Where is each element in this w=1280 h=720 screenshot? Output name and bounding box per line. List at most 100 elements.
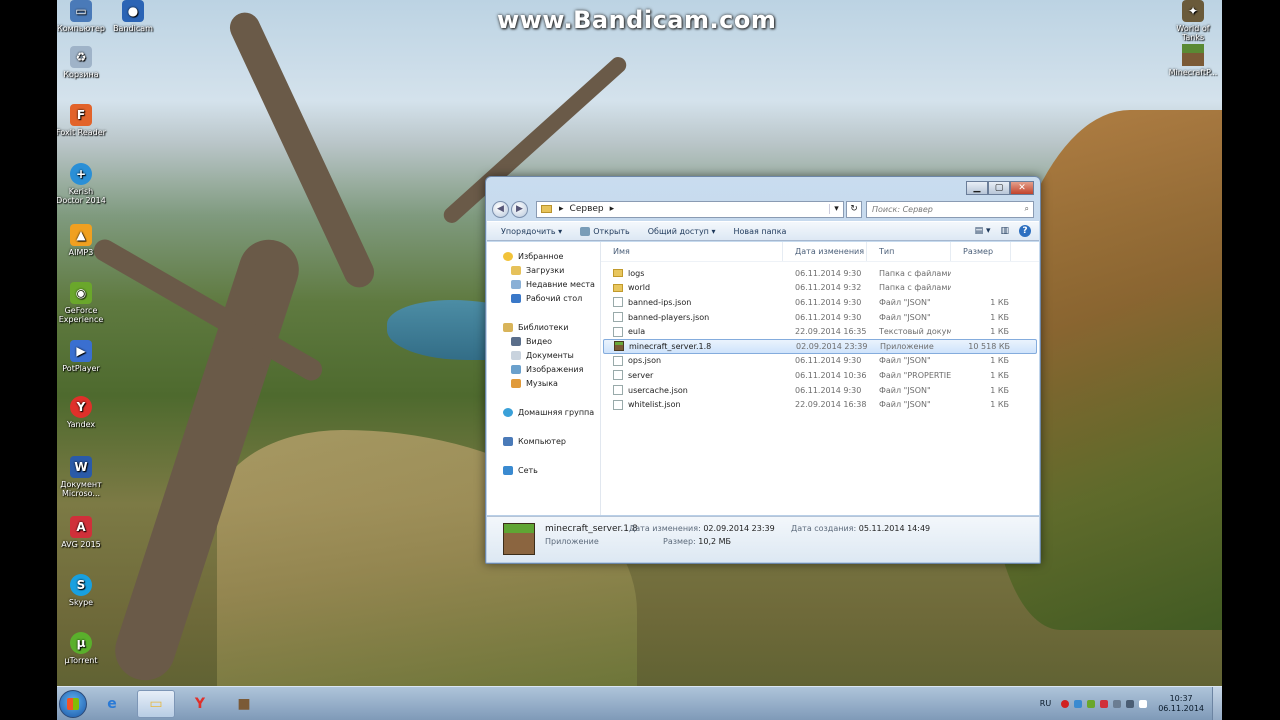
nav-favorites[interactable]: Избранное: [487, 249, 600, 264]
aimp-icon: ▲: [70, 224, 92, 246]
show-desktop-button[interactable]: [1212, 687, 1222, 720]
desktop-icon-world-of-tanks[interactable]: ✦ World of Tanks: [1167, 0, 1219, 42]
breadcrumb-server[interactable]: Сервер: [570, 204, 604, 214]
file-row[interactable]: world 06.11.2014 9:32 Папка с файлами: [603, 281, 1037, 296]
file-row[interactable]: logs 06.11.2014 9:30 Папка с файлами: [603, 266, 1037, 281]
libraries-icon: [503, 323, 513, 332]
desktop-icon-computer[interactable]: ▭ Компьютер: [57, 0, 107, 33]
language-indicator[interactable]: RU: [1040, 699, 1051, 708]
network-tray-icon[interactable]: [1126, 699, 1135, 708]
organize-button[interactable]: Упорядочить ▾: [501, 227, 562, 236]
forward-button[interactable]: ▶: [511, 200, 528, 218]
clock-date: 06.11.2014: [1158, 703, 1204, 713]
file-row[interactable]: whitelist.json 22.09.2014 16:38 Файл "JS…: [603, 397, 1037, 412]
clock[interactable]: 10:37 06.11.2014: [1158, 694, 1204, 714]
breadcrumb-separator[interactable]: ▸: [610, 204, 615, 214]
file-row[interactable]: ops.json 06.11.2014 9:30 Файл "JSON" 1 К…: [603, 354, 1037, 369]
avg-icon: A: [70, 516, 92, 538]
desktop: www.Bandicam.com ▭ Компьютер ● Bandicam …: [57, 0, 1222, 720]
file-row[interactable]: banned-ips.json 06.11.2014 9:30 Файл "JS…: [603, 295, 1037, 310]
desktop-icon-kerish[interactable]: + Kerish Doctor 2014: [57, 163, 107, 205]
desktop-icon: [511, 294, 521, 303]
desktop-icon-minecraft[interactable]: MinecraftP...: [1167, 44, 1219, 77]
recycle-bin-icon: ♻: [70, 46, 92, 68]
refresh-button[interactable]: ↻: [846, 200, 862, 218]
desktop-icon-word-doc[interactable]: W Документ Microso...: [57, 456, 107, 498]
new-folder-button[interactable]: Новая папка: [733, 227, 786, 236]
geforce-tray-icon[interactable]: [1087, 699, 1096, 708]
nav-recent-places[interactable]: Недавние места: [487, 278, 600, 292]
file-row[interactable]: banned-players.json 06.11.2014 9:30 Файл…: [603, 310, 1037, 325]
file-row[interactable]: server 06.11.2014 10:36 Файл "PROPERTIE.…: [603, 368, 1037, 383]
maximize-button[interactable]: ▢: [988, 181, 1010, 195]
desktop-icon-avg[interactable]: A AVG 2015: [57, 516, 107, 549]
desktop-icon-utorrent[interactable]: µ µTorrent: [57, 632, 107, 665]
address-dropdown-icon[interactable]: ▾: [829, 204, 843, 214]
desktop-icon-bandicam[interactable]: ● Bandicam: [107, 0, 159, 33]
flag-icon[interactable]: [1139, 699, 1148, 708]
taskbar: e ▭ Y ■ RU 10:37 06.11.2014: [57, 686, 1222, 720]
nav-computer[interactable]: Компьютер: [487, 434, 600, 449]
preview-pane-button[interactable]: ▥: [1000, 226, 1009, 236]
bandicam-watermark: www.Bandicam.com: [497, 6, 777, 34]
antivirus-tray-icon[interactable]: [1100, 699, 1109, 708]
file-row-selected[interactable]: minecraft_server.1.8 02.09.2014 23:39 Пр…: [603, 338, 1037, 354]
column-header-date[interactable]: Дата изменения: [783, 242, 867, 261]
desktop-icon-potplayer[interactable]: ▶ PotPlayer: [57, 340, 107, 373]
nav-music[interactable]: Музыка: [487, 377, 600, 391]
taskbar-ie[interactable]: e: [93, 690, 131, 718]
taskbar-yandex-browser[interactable]: Y: [181, 690, 219, 718]
desktop-icon-yandex[interactable]: Y Yandex: [57, 396, 107, 429]
view-options-button[interactable]: ▤ ▾: [975, 226, 991, 236]
close-button[interactable]: ✕: [1010, 181, 1034, 195]
volume-icon[interactable]: [1113, 699, 1122, 708]
nav-downloads[interactable]: Загрузки: [487, 264, 600, 278]
taskbar-explorer[interactable]: ▭: [137, 689, 175, 718]
nav-documents[interactable]: Документы: [487, 349, 600, 363]
help-button[interactable]: ?: [1019, 225, 1031, 237]
column-header-size[interactable]: Размер: [951, 242, 1011, 261]
desktop-icon-aimp[interactable]: ▲ AIMP3: [57, 224, 107, 257]
nav-libraries[interactable]: Библиотеки: [487, 320, 600, 335]
tray-app-icon[interactable]: [1074, 699, 1083, 708]
nav-desktop[interactable]: Рабочий стол: [487, 292, 600, 306]
documents-icon: [511, 351, 521, 360]
nav-homegroup[interactable]: Домашняя группа: [487, 405, 600, 420]
minecraft-app-large-icon: [503, 523, 535, 555]
desktop-icon-skype[interactable]: S Skype: [57, 574, 107, 607]
video-icon: [511, 337, 521, 346]
open-icon: [580, 226, 591, 236]
desktop-icon-recycle-bin[interactable]: ♻ Корзина: [57, 46, 107, 79]
yandex-browser-icon: Y: [194, 695, 206, 712]
file-icon: [613, 297, 623, 308]
search-input[interactable]: Поиск: Сервер ⌕: [866, 200, 1034, 218]
back-button[interactable]: ◀: [492, 200, 509, 218]
explorer-folder-icon: ▭: [149, 695, 163, 712]
nav-network[interactable]: Сеть: [487, 463, 600, 478]
foxit-icon: F: [70, 104, 92, 126]
text-file-icon: [613, 326, 623, 337]
column-header-type[interactable]: Тип: [867, 242, 951, 261]
word-icon: W: [70, 456, 92, 478]
bandicam-icon: ●: [122, 0, 144, 22]
desktop-icon-geforce[interactable]: ◉ GeForce Experience: [57, 282, 107, 324]
navigation-pane: Избранное Загрузки Недавние места Рабочи…: [487, 242, 601, 515]
column-header-name[interactable]: Имя: [601, 242, 783, 261]
address-bar[interactable]: ▸ Сервер ▸ ▾: [536, 200, 844, 218]
folder-icon: [613, 269, 623, 278]
nav-videos[interactable]: Видео: [487, 335, 600, 349]
details-modified: Дата изменения: 02.09.2014 23:39: [629, 524, 775, 533]
file-row[interactable]: usercache.json 06.11.2014 9:30 Файл "JSO…: [603, 383, 1037, 398]
share-button[interactable]: Общий доступ ▾: [648, 227, 716, 236]
file-row[interactable]: eula 22.09.2014 16:35 Текстовый докум...…: [603, 324, 1037, 339]
homegroup-icon: [503, 408, 513, 417]
taskbar-minecraft-server[interactable]: ■: [225, 690, 263, 718]
minimize-button[interactable]: ▁: [966, 181, 988, 195]
details-pane: minecraft_server.1.8 Приложение Дата изм…: [487, 516, 1039, 562]
nav-pictures[interactable]: Изображения: [487, 363, 600, 377]
bandicam-tray-icon[interactable]: [1061, 699, 1070, 708]
open-button[interactable]: Открыть: [580, 226, 630, 236]
start-button[interactable]: [59, 689, 87, 718]
explorer-body: Избранное Загрузки Недавние места Рабочи…: [487, 242, 1039, 515]
desktop-icon-foxit[interactable]: F Foxit Reader: [57, 104, 107, 137]
